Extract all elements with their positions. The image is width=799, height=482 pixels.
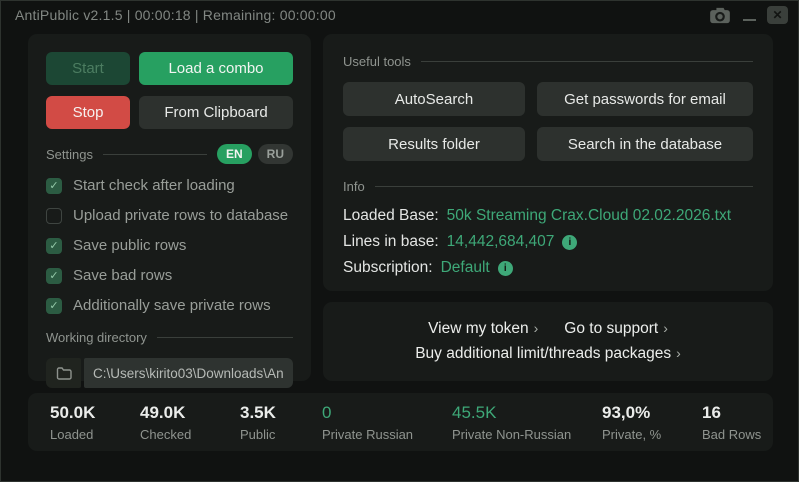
window-controls: ✕ xyxy=(707,5,788,25)
loaded-base-row: Loaded Base: 50k Streaming Crax.Cloud 02… xyxy=(343,207,753,225)
stat-private-non-russian: 45.5K Private Non-Russian xyxy=(452,403,602,442)
stat-checked: 49.0K Checked xyxy=(140,403,240,442)
folder-icon xyxy=(56,367,72,380)
subscription-value: Default xyxy=(441,259,490,277)
go-to-support-link[interactable]: Go to support› xyxy=(564,320,668,338)
load-combo-button[interactable]: Load a combo xyxy=(139,52,293,85)
screenshot-button[interactable] xyxy=(707,5,733,25)
loaded-base-label: Loaded Base: xyxy=(343,207,439,225)
view-my-token-link[interactable]: View my token› xyxy=(428,320,538,338)
info-icon[interactable]: i xyxy=(498,261,513,276)
control-panel: Start Load a combo Stop From Clipboard S… xyxy=(28,34,311,381)
language-en-button[interactable]: EN xyxy=(217,144,252,164)
buy-additional-packages-link[interactable]: Buy additional limit/threads packages› xyxy=(415,345,681,363)
stat-public: 3.5K Public xyxy=(240,403,322,442)
stats-bar: 50.0K Loaded 49.0K Checked 3.5K Public 0… xyxy=(28,393,773,451)
stat-bad-rows: 16 Bad Rows xyxy=(702,403,761,442)
working-directory-label: Working directory xyxy=(46,330,147,345)
results-folder-button[interactable]: Results folder xyxy=(343,127,525,161)
title-bar: AntiPublic v2.1.5 | 00:00:18 | Remaining… xyxy=(1,1,798,29)
lines-in-base-row: Lines in base: 14,442,684,407 i xyxy=(343,233,753,251)
useful-tools-label: Useful tools xyxy=(343,54,411,69)
app-window: AntiPublic v2.1.5 | 00:00:18 | Remaining… xyxy=(0,0,799,482)
tools-info-panel: Useful tools AutoSearch Get passwords fo… xyxy=(323,34,773,291)
language-ru-button[interactable]: RU xyxy=(258,144,293,164)
stop-button[interactable]: Stop xyxy=(46,96,130,129)
subscription-label: Subscription: xyxy=(343,259,433,277)
chevron-right-icon: › xyxy=(676,345,681,361)
settings-header: Settings EN RU xyxy=(46,144,293,164)
settings-label: Settings xyxy=(46,147,93,162)
get-passwords-for-email-button[interactable]: Get passwords for email xyxy=(537,82,753,116)
camera-icon xyxy=(709,7,731,24)
autosearch-button[interactable]: AutoSearch xyxy=(343,82,525,116)
divider xyxy=(421,61,753,62)
close-icon: ✕ xyxy=(772,8,782,22)
stat-loaded: 50.0K Loaded xyxy=(50,403,140,442)
working-directory-input[interactable] xyxy=(84,358,293,388)
browse-folder-button[interactable] xyxy=(46,358,81,388)
info-icon[interactable]: i xyxy=(562,235,577,250)
useful-tools-header: Useful tools xyxy=(343,54,753,69)
checkbox-save-public-rows[interactable]: ✓ Save public rows xyxy=(46,237,293,254)
start-button[interactable]: Start xyxy=(46,52,130,85)
working-directory-header: Working directory xyxy=(46,330,293,345)
info-label: Info xyxy=(343,179,365,194)
stat-private-russian: 0 Private Russian xyxy=(322,403,452,442)
chevron-right-icon: › xyxy=(663,320,668,336)
loaded-base-value: 50k Streaming Crax.Cloud 02.02.2026.txt xyxy=(447,207,731,225)
from-clipboard-button[interactable]: From Clipboard xyxy=(139,96,293,129)
checkbox-icon: ✓ xyxy=(46,178,62,194)
checkbox-icon: ✓ xyxy=(46,298,62,314)
checkbox-start-check-after-loading[interactable]: ✓ Start check after loading xyxy=(46,177,293,194)
subscription-row: Subscription: Default i xyxy=(343,259,753,277)
chevron-right-icon: › xyxy=(534,320,539,336)
search-in-database-button[interactable]: Search in the database xyxy=(537,127,753,161)
checkbox-upload-private-rows[interactable]: ✓ Upload private rows to database xyxy=(46,207,293,224)
links-panel: View my token› Go to support› Buy additi… xyxy=(323,302,773,381)
checkbox-icon: ✓ xyxy=(46,238,62,254)
minimize-button[interactable] xyxy=(742,5,758,25)
window-title: AntiPublic v2.1.5 | 00:00:18 | Remaining… xyxy=(15,7,336,23)
info-header: Info xyxy=(343,179,753,194)
checkbox-additionally-save-private-rows[interactable]: ✓ Additionally save private rows xyxy=(46,297,293,314)
divider xyxy=(157,337,293,338)
checkbox-icon: ✓ xyxy=(46,268,62,284)
lines-in-base-value: 14,442,684,407 xyxy=(447,233,555,251)
checkbox-save-bad-rows[interactable]: ✓ Save bad rows xyxy=(46,267,293,284)
lines-in-base-label: Lines in base: xyxy=(343,233,439,251)
divider xyxy=(103,154,207,155)
checkbox-icon: ✓ xyxy=(46,208,62,224)
stat-private-percent: 93,0% Private, % xyxy=(602,403,702,442)
divider xyxy=(375,186,753,187)
close-button[interactable]: ✕ xyxy=(767,6,788,24)
